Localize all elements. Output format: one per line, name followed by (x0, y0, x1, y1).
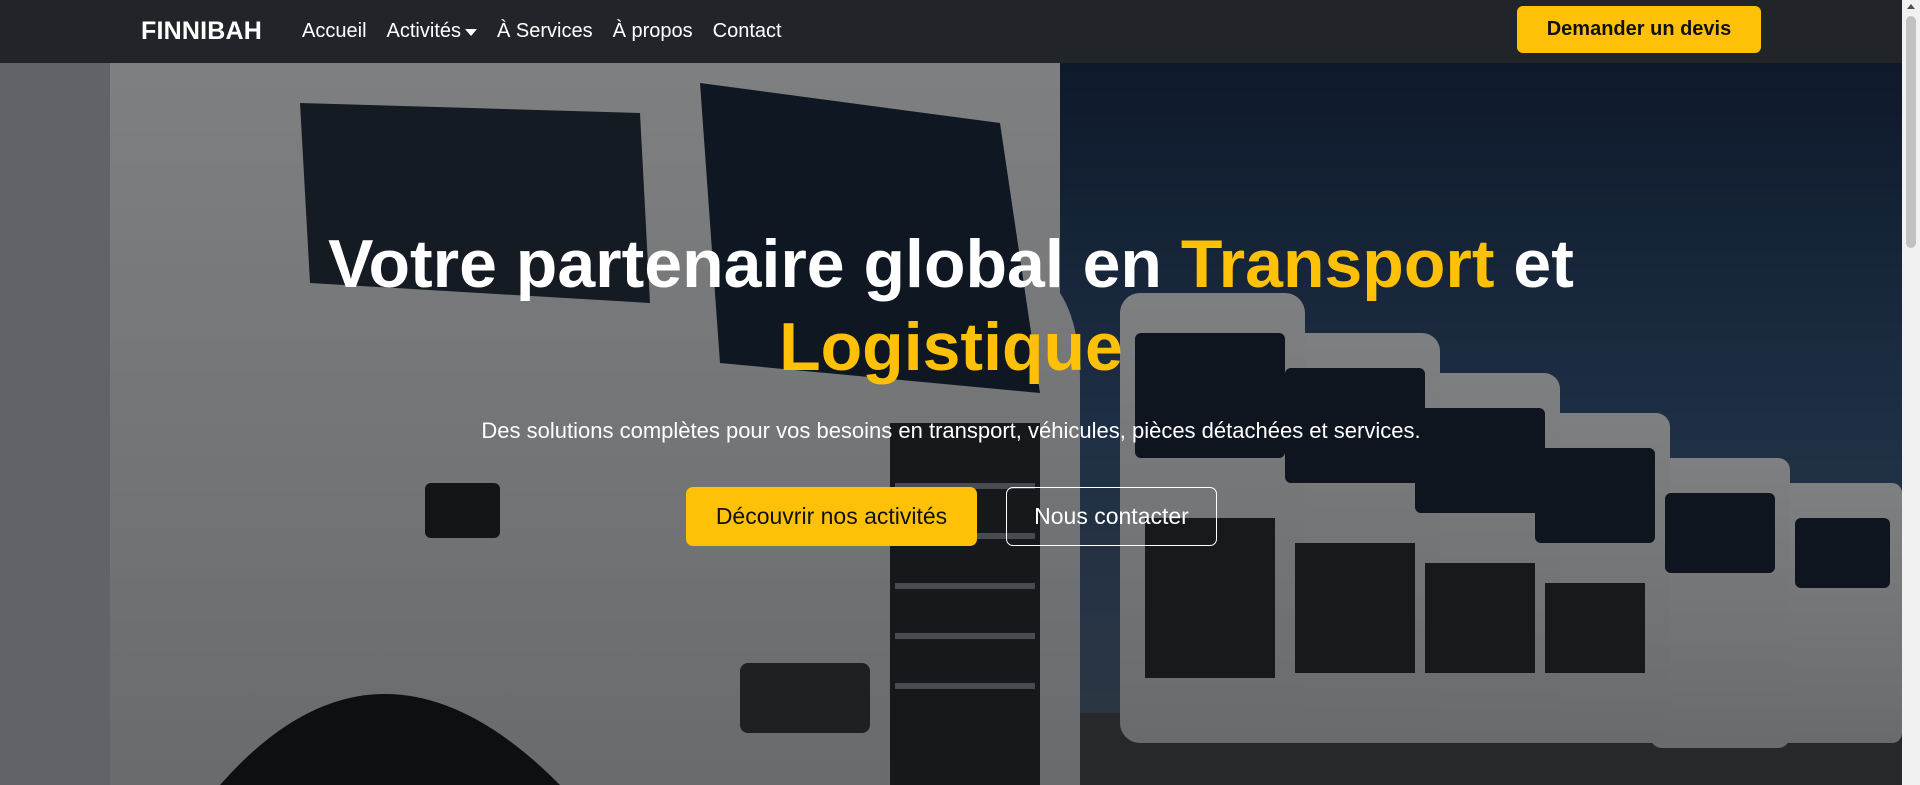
hero-section: Votre partenaire global en Transport et … (0, 63, 1902, 785)
hero-title: Votre partenaire global en Transport et … (0, 223, 1902, 389)
vertical-scrollbar[interactable] (1902, 0, 1920, 785)
nav-link-accueil[interactable]: Accueil (292, 20, 376, 43)
discover-activities-button[interactable]: Découvrir nos activités (686, 487, 977, 546)
hero-title-part2: et (1494, 226, 1574, 302)
contact-us-button[interactable]: Nous contacter (1006, 487, 1217, 546)
nav-link-activites-label: Activités (386, 20, 461, 42)
scroll-up-arrow-icon[interactable] (1907, 4, 1915, 9)
brand-logo[interactable]: FINNIBAH (141, 17, 262, 46)
hero-content: Votre partenaire global en Transport et … (0, 63, 1902, 785)
nav-links: Accueil Activités À Services À propos Co… (292, 20, 792, 43)
nav-link-services[interactable]: À Services (487, 20, 603, 43)
scrollbar-thumb[interactable] (1906, 16, 1916, 248)
request-quote-button[interactable]: Demander un devis (1517, 6, 1761, 53)
nav-link-activites[interactable]: Activités (377, 20, 487, 43)
chevron-down-icon (465, 29, 477, 36)
hero-title-highlight-transport: Transport (1180, 226, 1495, 302)
top-navbar: FINNIBAH Accueil Activités À Services À … (0, 0, 1902, 63)
page: FINNIBAH Accueil Activités À Services À … (0, 0, 1920, 785)
hero-subtitle: Des solutions complètes pour vos besoins… (481, 418, 1421, 443)
hero-title-highlight-logistique: Logistique (779, 309, 1123, 385)
nav-link-a-propos[interactable]: À propos (603, 20, 703, 43)
nav-link-contact[interactable]: Contact (703, 20, 792, 43)
hero-title-part1: Votre partenaire global en (328, 226, 1181, 302)
